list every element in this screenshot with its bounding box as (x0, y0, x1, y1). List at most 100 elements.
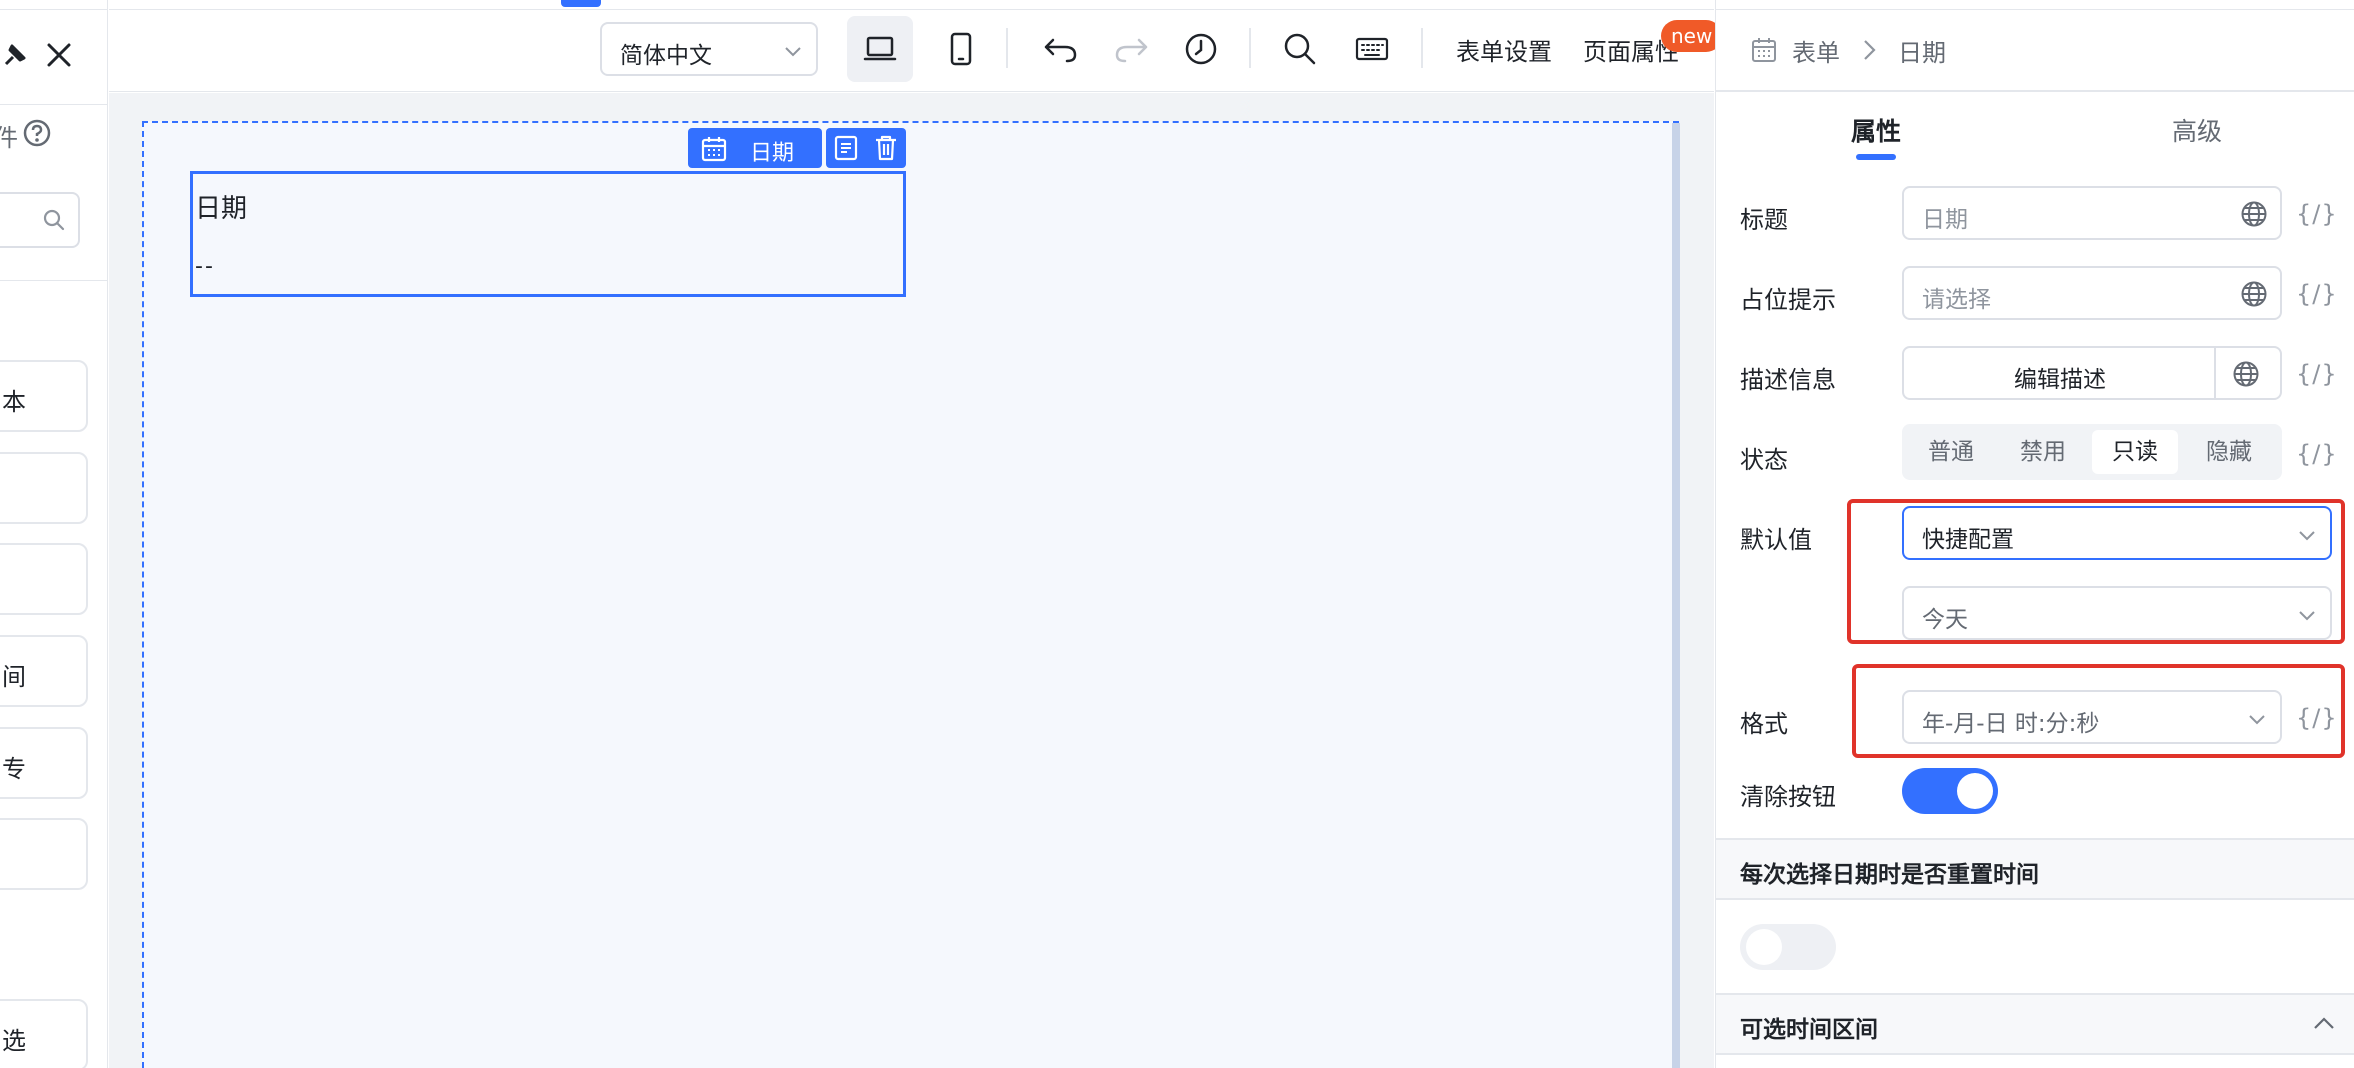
title-value: 日期 (1922, 207, 1968, 233)
format-label: 格式 (1740, 710, 1788, 738)
date-field[interactable]: 日期 -- (190, 171, 906, 297)
component-item[interactable] (0, 452, 88, 524)
component-item[interactable] (0, 818, 88, 890)
clear-button-label: 清除按钮 (1740, 783, 1836, 811)
expression-button[interactable]: {/} (2296, 440, 2338, 468)
component-label: 本 (2, 388, 26, 416)
reset-time-toggle[interactable] (1740, 924, 1836, 970)
component-item[interactable]: 本 (0, 360, 88, 432)
canvas-scrollbar[interactable] (1672, 123, 1680, 1068)
shortcut-button[interactable] (1347, 24, 1397, 74)
title-input[interactable]: 日期 (1902, 186, 2282, 240)
divider (2214, 348, 2216, 398)
mobile-view-button[interactable] (936, 24, 986, 74)
component-label: 专 (2, 755, 26, 783)
delete-icon[interactable] (872, 134, 900, 162)
expression-button[interactable]: {/} (2296, 200, 2338, 228)
redo-button[interactable] (1106, 24, 1156, 74)
status-segmented-control: 普通 禁用 只读 隐藏 (1902, 424, 2282, 480)
reset-time-section-header: 每次选择日期时是否重置时间 (1716, 838, 2354, 900)
highlight-box-default (1847, 499, 2345, 644)
clock-icon (1185, 33, 1217, 65)
divider (1249, 28, 1251, 68)
tab-advanced[interactable]: 高级 (2172, 112, 2222, 148)
expression-button[interactable]: {/} (2296, 360, 2338, 388)
top-toolbar: 简体中文 表单设置 页面属性 new (109, 0, 1723, 92)
placeholder-input[interactable]: 请选择 (1902, 266, 2282, 320)
component-search-input[interactable] (0, 192, 80, 248)
edit-description-button[interactable]: 编辑描述 (1902, 346, 2282, 400)
component-item[interactable] (0, 543, 88, 615)
table-icon (1750, 36, 1778, 64)
clear-button-toggle[interactable] (1902, 768, 1998, 814)
top-border (1716, 0, 2354, 10)
globe-icon[interactable] (2240, 280, 2268, 308)
chevron-right-icon (1854, 37, 1884, 63)
breadcrumb-form[interactable]: 表单 (1792, 33, 1840, 68)
copy-icon[interactable] (832, 134, 860, 162)
status-option-readonly[interactable]: 只读 (2092, 430, 2178, 474)
top-border (0, 0, 107, 10)
breadcrumb: 表单 日期 (1750, 32, 1946, 68)
breadcrumb-field: 日期 (1898, 38, 1946, 67)
status-label: 状态 (1740, 446, 1788, 474)
language-value: 简体中文 (620, 43, 712, 69)
history-button[interactable] (1176, 24, 1226, 74)
redo-icon (1115, 38, 1148, 63)
time-range-section-title: 可选时间区间 (1740, 1017, 1878, 1043)
time-range-section-header[interactable]: 可选时间区间 (1716, 993, 2354, 1055)
keyboard-icon (1355, 37, 1389, 61)
active-tab-indicator (1856, 154, 1896, 160)
tab-properties[interactable]: 属性 (1851, 112, 1901, 148)
chevron-up-icon (2311, 1013, 2337, 1035)
selected-field-tag[interactable]: 日期 (688, 128, 822, 168)
laptop-icon (863, 36, 897, 61)
calendar-icon (700, 135, 728, 163)
scroll-indicator (561, 0, 601, 7)
globe-icon[interactable] (2240, 200, 2268, 228)
form-settings-button[interactable]: 表单设置 (1456, 32, 1552, 67)
divider (0, 104, 107, 105)
component-item[interactable]: 间 (0, 635, 88, 707)
field-tag-label: 日期 (750, 141, 795, 166)
new-badge: new (1661, 20, 1723, 52)
field-title: 日期 (195, 194, 248, 224)
component-panel: 件 本 间 专 选 (0, 0, 108, 1068)
status-option-normal[interactable]: 普通 (1908, 430, 1994, 474)
component-label: 间 (2, 663, 26, 691)
field-value: -- (195, 254, 215, 279)
description-label: 描述信息 (1740, 366, 1836, 394)
top-border (109, 0, 1714, 10)
language-select[interactable]: 简体中文 (600, 22, 818, 76)
component-label: 选 (2, 1027, 26, 1055)
toggle-knob (1957, 773, 1993, 809)
default-value-label: 默认值 (1740, 526, 1812, 554)
title-label: 标题 (1740, 206, 1788, 234)
status-option-hidden[interactable]: 隐藏 (2186, 430, 2272, 474)
search-icon (42, 208, 66, 232)
expression-button[interactable]: {/} (2296, 280, 2338, 308)
divider (1421, 28, 1423, 68)
search-button[interactable] (1275, 24, 1325, 74)
edit-description-label: 编辑描述 (2014, 367, 2106, 393)
close-icon[interactable] (44, 40, 74, 70)
pin-icon[interactable] (0, 40, 30, 70)
component-item[interactable]: 选 (0, 999, 88, 1068)
undo-button[interactable] (1036, 24, 1086, 74)
divider (0, 280, 107, 281)
desktop-view-button[interactable] (847, 16, 913, 82)
mobile-icon (950, 32, 972, 66)
toggle-knob (1746, 929, 1782, 965)
divider (1716, 90, 2354, 92)
placeholder-value: 请选择 (1922, 287, 1991, 313)
status-option-disabled[interactable]: 禁用 (2000, 430, 2086, 474)
globe-icon[interactable] (2232, 360, 2260, 388)
property-panel: 表单 日期 属性 高级 标题 日期 {/} 占位提示 请选择 {/} 描述信息 … (1715, 0, 2354, 1068)
undo-icon (1044, 38, 1077, 63)
help-icon[interactable] (22, 118, 52, 148)
reset-time-section-title: 每次选择日期时是否重置时间 (1740, 862, 2039, 888)
search-icon (1284, 33, 1316, 65)
chevron-down-icon (782, 40, 804, 62)
component-item[interactable]: 专 (0, 727, 88, 799)
field-actions (826, 128, 906, 168)
